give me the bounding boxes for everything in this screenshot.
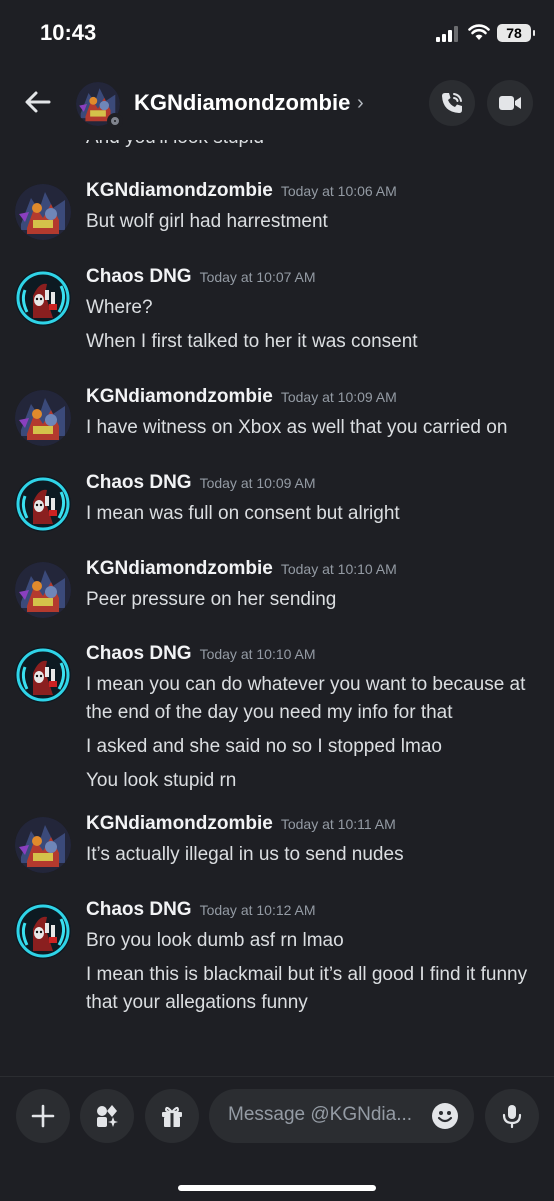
message-list[interactable]: And you'll look stupid KGNdiamondzombie T… <box>0 140 554 1074</box>
message-text: When I first talked to her it was consen… <box>86 331 418 352</box>
message-text: I mean this is blackmail but it’s all go… <box>86 964 528 1013</box>
user-avatar[interactable] <box>15 476 71 532</box>
microphone-icon <box>502 1105 522 1129</box>
message-text: Bro you look dumb asf rn lmao <box>86 930 344 951</box>
status-bar: 10:43 78 <box>0 0 554 70</box>
author-name[interactable]: Chaos DNG <box>86 899 192 920</box>
gift-button[interactable] <box>145 1089 199 1143</box>
message-header: Chaos DNG Today at 10:12 AM <box>86 899 316 921</box>
dm-header: KGNdiamondzombie › <box>0 72 554 136</box>
header-username[interactable]: KGNdiamondzombie <box>134 90 350 116</box>
voice-message-button[interactable] <box>485 1089 539 1143</box>
message-text: Where? <box>86 297 153 318</box>
phone-icon <box>442 93 462 113</box>
message-header: KGNdiamondzombie Today at 10:11 AM <box>86 813 396 835</box>
message-text: Peer pressure on her sending <box>86 589 337 610</box>
apps-button[interactable] <box>80 1089 134 1143</box>
message-text: But wolf girl had harrestment <box>86 211 328 232</box>
message-text: I mean was full on consent but alright <box>86 503 400 524</box>
message-text: You look stupid rn <box>86 770 237 791</box>
message-header: KGNdiamondzombie Today at 10:06 AM <box>86 180 397 202</box>
video-camera-icon <box>499 96 521 110</box>
message-composer: Message @KGNdia... <box>0 1076 554 1201</box>
user-avatar[interactable] <box>15 390 71 446</box>
message-input-placeholder: Message @KGNdia... <box>228 1104 413 1125</box>
video-call-button[interactable] <box>487 80 533 126</box>
user-avatar[interactable] <box>15 817 71 873</box>
message-timestamp: Today at 10:06 AM <box>280 183 397 199</box>
signal-icon <box>436 26 458 42</box>
header-avatar[interactable] <box>76 82 123 129</box>
chevron-right-icon[interactable]: › <box>357 92 364 115</box>
message-text: And you'll look stupid <box>86 140 264 149</box>
message-timestamp: Today at 10:10 AM <box>199 646 316 662</box>
user-avatar[interactable] <box>15 903 71 959</box>
author-name[interactable]: Chaos DNG <box>86 643 192 664</box>
home-indicator <box>178 1185 376 1191</box>
message-text: I mean you can do whatever you want to b… <box>86 674 526 723</box>
apps-icon <box>97 1105 118 1127</box>
back-arrow-icon[interactable] <box>22 86 54 118</box>
message-timestamp: Today at 10:09 AM <box>199 475 316 491</box>
author-name[interactable]: KGNdiamondzombie <box>86 558 273 579</box>
message-timestamp: Today at 10:09 AM <box>280 389 397 405</box>
message-text: I have witness on Xbox as well that you … <box>86 417 508 438</box>
message-timestamp: Today at 10:11 AM <box>280 816 396 832</box>
author-name[interactable]: Chaos DNG <box>86 472 192 493</box>
message-text: It’s actually illegal in us to send nude… <box>86 844 404 865</box>
message-timestamp: Today at 10:07 AM <box>199 269 316 285</box>
message-header: Chaos DNG Today at 10:07 AM <box>86 266 316 288</box>
message-header: Chaos DNG Today at 10:09 AM <box>86 472 316 494</box>
attach-button[interactable] <box>16 1089 70 1143</box>
message-header: KGNdiamondzombie Today at 10:10 AM <box>86 558 397 580</box>
message-timestamp: Today at 10:10 AM <box>280 561 397 577</box>
author-name[interactable]: KGNdiamondzombie <box>86 180 273 201</box>
author-name[interactable]: KGNdiamondzombie <box>86 386 273 407</box>
gift-icon <box>162 1106 182 1127</box>
plus-icon <box>31 1104 55 1128</box>
voice-call-button[interactable] <box>429 80 475 126</box>
battery-icon: 78 <box>497 24 535 42</box>
user-avatar[interactable] <box>15 562 71 618</box>
message-header: Chaos DNG Today at 10:10 AM <box>86 643 316 665</box>
message-text: I asked and she said no so I stopped lma… <box>86 736 442 757</box>
user-avatar[interactable] <box>15 647 71 703</box>
user-avatar[interactable] <box>15 270 71 326</box>
offline-status-icon <box>107 113 123 129</box>
wifi-icon <box>468 24 490 40</box>
user-avatar[interactable] <box>15 184 71 240</box>
clock: 10:43 <box>40 20 97 45</box>
message-timestamp: Today at 10:12 AM <box>199 902 316 918</box>
message-input[interactable]: Message @KGNdia... <box>209 1089 474 1143</box>
emoji-icon[interactable] <box>431 1102 459 1130</box>
author-name[interactable]: Chaos DNG <box>86 266 192 287</box>
author-name[interactable]: KGNdiamondzombie <box>86 813 273 834</box>
message-header: KGNdiamondzombie Today at 10:09 AM <box>86 386 397 408</box>
